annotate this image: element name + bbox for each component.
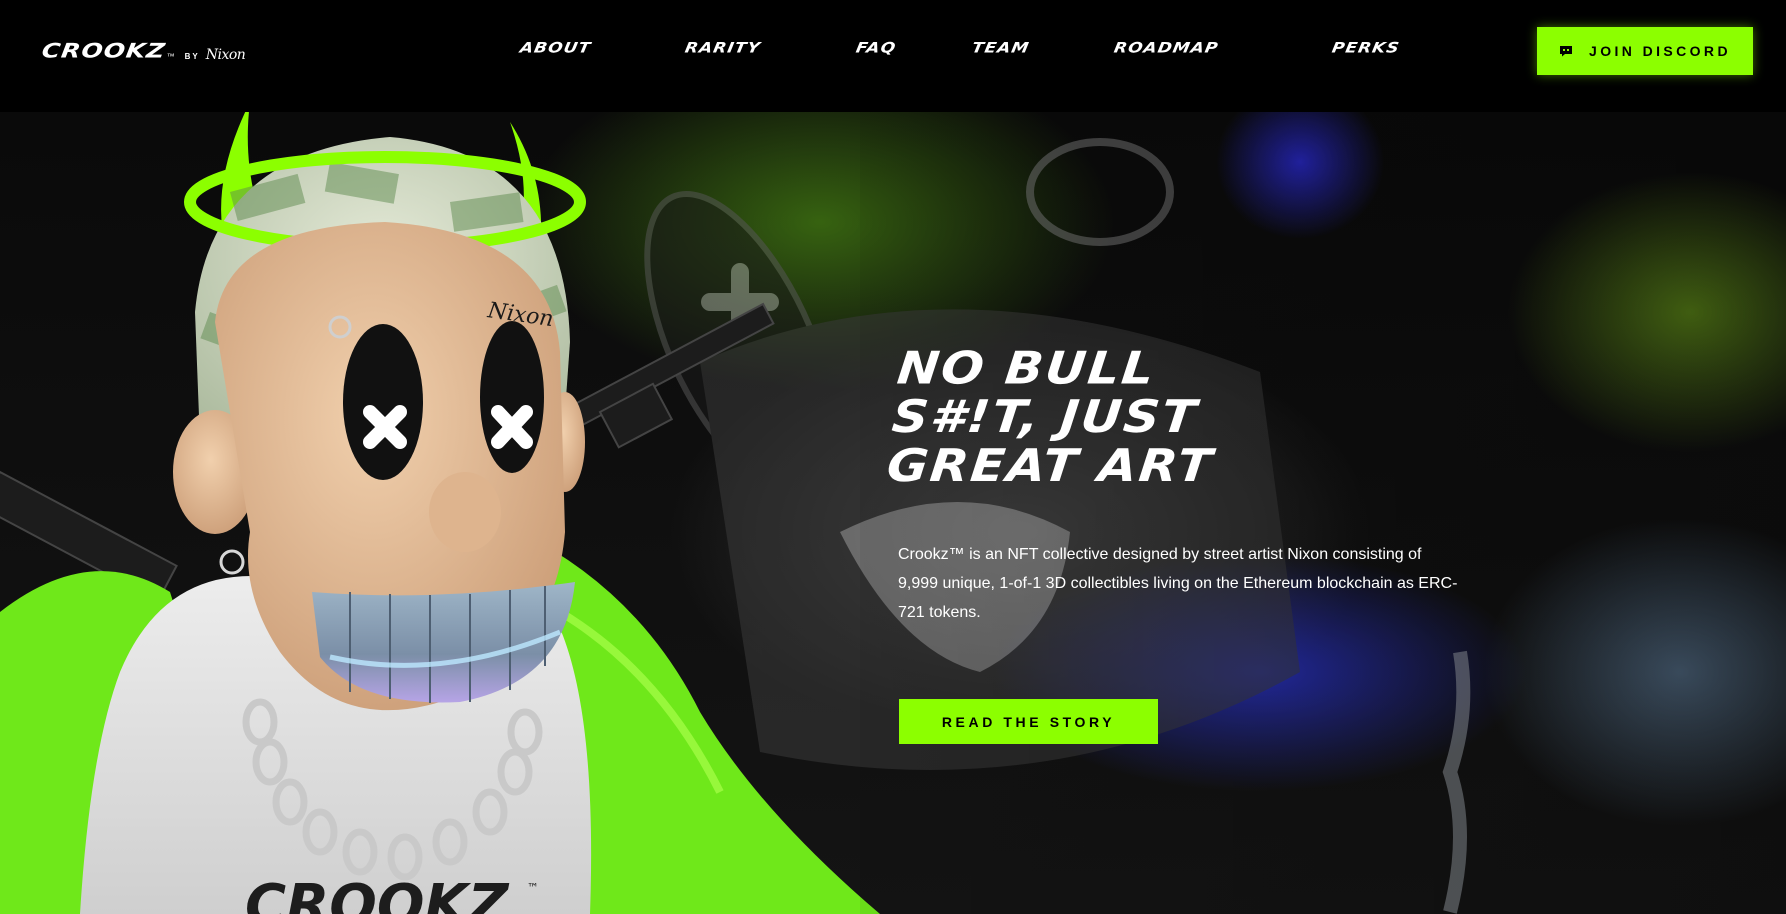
hero-overlay	[860, 112, 1786, 914]
nav-rarity[interactable]: RARITY	[684, 40, 763, 57]
hero-section: CROOKZ ™ Nixon NO BULL S#!T, JUST GREAT …	[0, 112, 1786, 914]
eye-left	[343, 324, 423, 480]
hoodie-print: CROOKZ	[245, 873, 510, 914]
nav-faq[interactable]: FAQ	[855, 40, 898, 57]
read-the-story-button[interactable]: READ THE STORY	[899, 699, 1158, 744]
hero-headline: NO BULL S#!T, JUST GREAT ART	[884, 342, 1520, 492]
nav-team[interactable]: TEAM	[971, 40, 1031, 57]
nose	[429, 472, 501, 552]
eye-right	[480, 321, 544, 473]
svg-text:™: ™	[527, 881, 539, 895]
site-header: CROOKZ ™ BY Nixon ABOUT RARITY FAQ TEAM …	[0, 0, 1786, 112]
join-discord-label: JOIN DISCORD	[1589, 43, 1731, 59]
headline-line-3: GREAT ART	[884, 439, 1217, 492]
join-discord-button[interactable]: JOIN DISCORD	[1537, 27, 1753, 75]
nav-about[interactable]: ABOUT	[519, 40, 593, 57]
hero-description: Crookz™ is an NFT collective designed by…	[898, 546, 1458, 621]
discord-icon	[1560, 46, 1573, 57]
headline-line-1: NO BULL	[894, 342, 1159, 395]
nav-roadmap[interactable]: ROADMAP	[1113, 40, 1220, 57]
headline-line-2: S#!T, JUST	[889, 390, 1201, 443]
main-nav: ABOUT RARITY FAQ TEAM ROADMAP PERKS	[0, 38, 1786, 62]
nav-perks[interactable]: PERKS	[1331, 40, 1402, 57]
page: CROOKZ ™ BY Nixon ABOUT RARITY FAQ TEAM …	[0, 0, 1786, 914]
